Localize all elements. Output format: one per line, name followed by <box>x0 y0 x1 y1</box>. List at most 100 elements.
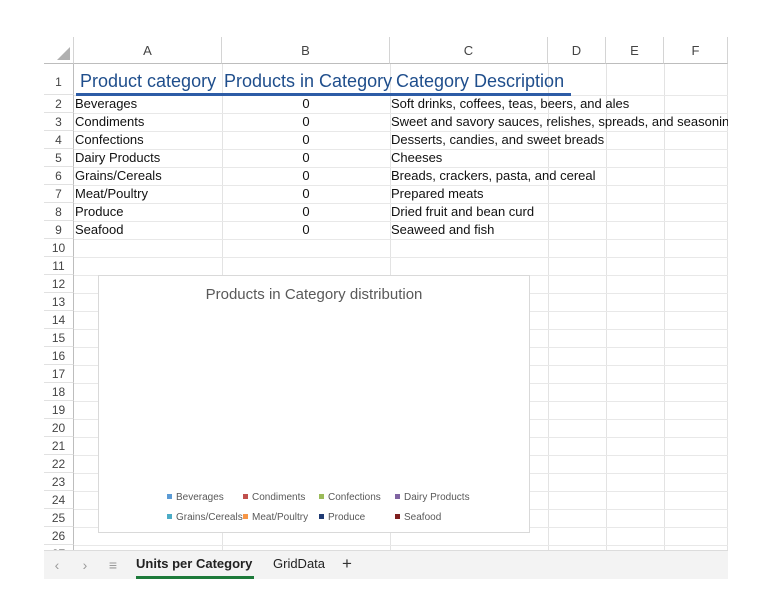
column-header-d[interactable]: D <box>548 37 606 64</box>
sheet-list-menu-icon[interactable]: ≡ <box>104 555 122 575</box>
row-header-8[interactable]: 8 <box>44 203 74 221</box>
cell-category[interactable]: Meat/Poultry <box>75 185 148 203</box>
gridline <box>664 64 665 550</box>
cell-category[interactable]: Grains/Cereals <box>75 167 162 185</box>
legend-swatch <box>395 513 400 519</box>
row-header-11[interactable]: 11 <box>44 257 74 275</box>
select-all-corner[interactable] <box>44 37 74 64</box>
row-header-2[interactable]: 2 <box>44 95 74 113</box>
add-sheet-button[interactable]: + <box>342 551 352 579</box>
cell-count[interactable]: 0 <box>222 95 390 113</box>
legend-item-beverages[interactable]: Beverages <box>167 491 224 505</box>
row-header-5[interactable]: 5 <box>44 149 74 167</box>
legend-label: Meat/Poultry <box>252 512 309 523</box>
legend-label: Seafood <box>404 512 442 523</box>
cell-description[interactable]: Dried fruit and bean curd <box>391 203 534 221</box>
legend-swatch <box>395 493 400 499</box>
row-header-21[interactable]: 21 <box>44 437 74 455</box>
cell-category[interactable]: Seafood <box>75 221 123 239</box>
tab-units-per-category[interactable]: Units per Category <box>136 551 252 579</box>
row-header-24[interactable]: 24 <box>44 491 74 509</box>
legend-label: Beverages <box>176 492 224 503</box>
column-header-f[interactable]: F <box>664 37 728 64</box>
cell-count[interactable]: 0 <box>222 113 390 131</box>
legend-label: Grains/Cereals <box>176 512 243 523</box>
legend-item-seafood[interactable]: Seafood <box>395 511 441 525</box>
cell-count[interactable]: 0 <box>222 221 390 239</box>
row-header-23[interactable]: 23 <box>44 473 74 491</box>
row-header-26[interactable]: 26 <box>44 527 74 545</box>
column-header-e[interactable]: E <box>606 37 664 64</box>
chart-title[interactable]: Products in Category distribution <box>99 286 529 303</box>
cell-count[interactable]: 0 <box>222 131 390 149</box>
row-header-18[interactable]: 18 <box>44 383 74 401</box>
row-header-3[interactable]: 3 <box>44 113 74 131</box>
header-category-description[interactable]: Category Description <box>396 64 564 95</box>
header-product-category[interactable]: Product category <box>80 64 216 95</box>
legend-swatch <box>243 513 248 519</box>
row-header-6[interactable]: 6 <box>44 167 74 185</box>
cell-description[interactable]: Sweet and savory sauces, relishes, sprea… <box>391 113 728 131</box>
row-header-14[interactable]: 14 <box>44 311 74 329</box>
row-header-25[interactable]: 25 <box>44 509 74 527</box>
cell-category[interactable]: Dairy Products <box>75 149 160 167</box>
column-header-a[interactable]: A <box>74 37 222 64</box>
legend-label: Condiments <box>252 492 306 503</box>
gridline <box>606 64 607 550</box>
row-header-7[interactable]: 7 <box>44 185 74 203</box>
legend-label: Dairy Products <box>404 492 470 503</box>
legend-item-confections[interactable]: Confections <box>319 491 381 505</box>
row-header-13[interactable]: 13 <box>44 293 74 311</box>
row-header-10[interactable]: 10 <box>44 239 74 257</box>
cell-count[interactable]: 0 <box>222 167 390 185</box>
header-products-in-category[interactable]: Products in Category <box>224 64 392 95</box>
row-header-16[interactable]: 16 <box>44 347 74 365</box>
chart-object[interactable]: Products in Category distribution Bevera… <box>98 275 530 533</box>
select-all-icon <box>57 47 70 60</box>
row-header-19[interactable]: 19 <box>44 401 74 419</box>
spreadsheet-grid[interactable]: A B C D E F 1 2 3 4 5 6 7 8 9 10 11 12 1… <box>44 37 728 550</box>
cell-count[interactable]: 0 <box>222 203 390 221</box>
column-header-b[interactable]: B <box>222 37 390 64</box>
cell-description[interactable]: Prepared meats <box>391 185 484 203</box>
gridline <box>74 239 728 240</box>
column-header-c[interactable]: C <box>390 37 548 64</box>
legend-item-grains-cereals[interactable]: Grains/Cereals <box>167 511 243 525</box>
sheet-tab-bar: ‹ › ≡ Units per Category GridData + <box>44 550 728 579</box>
scroll-tabs-left-icon[interactable]: ‹ <box>48 555 66 575</box>
cell-description[interactable]: Soft drinks, coffees, teas, beers, and a… <box>391 95 629 113</box>
legend-swatch <box>319 493 324 499</box>
legend-item-produce[interactable]: Produce <box>319 511 365 525</box>
tab-griddata[interactable]: GridData <box>273 551 325 579</box>
legend-swatch <box>167 513 172 519</box>
legend-label: Produce <box>328 512 366 523</box>
cell-description[interactable]: Desserts, candies, and sweet breads <box>391 131 604 149</box>
cell-description[interactable]: Breads, crackers, pasta, and cereal <box>391 167 596 185</box>
legend-item-meat-poultry[interactable]: Meat/Poultry <box>243 511 308 525</box>
legend-swatch <box>243 493 248 499</box>
cell-category[interactable]: Condiments <box>75 113 144 131</box>
row-header-22[interactable]: 22 <box>44 455 74 473</box>
scroll-tabs-right-icon[interactable]: › <box>76 555 94 575</box>
active-tab-indicator <box>136 576 254 579</box>
legend-swatch <box>167 493 172 499</box>
row-header-17[interactable]: 17 <box>44 365 74 383</box>
cell-count[interactable]: 0 <box>222 149 390 167</box>
legend-item-condiments[interactable]: Condiments <box>243 491 305 505</box>
row-header-12[interactable]: 12 <box>44 275 74 293</box>
cell-description[interactable]: Seaweed and fish <box>391 221 494 239</box>
gridline <box>74 257 728 258</box>
row-header-1[interactable]: 1 <box>44 64 74 95</box>
row-header-15[interactable]: 15 <box>44 329 74 347</box>
cell-count[interactable]: 0 <box>222 185 390 203</box>
cell-category[interactable]: Beverages <box>75 95 137 113</box>
cell-category[interactable]: Produce <box>75 203 123 221</box>
row-header-20[interactable]: 20 <box>44 419 74 437</box>
cell-category[interactable]: Confections <box>75 131 144 149</box>
legend-item-dairy-products[interactable]: Dairy Products <box>395 491 470 505</box>
legend-label: Confections <box>328 492 381 503</box>
gridline <box>727 64 728 550</box>
row-header-4[interactable]: 4 <box>44 131 74 149</box>
row-header-9[interactable]: 9 <box>44 221 74 239</box>
cell-description[interactable]: Cheeses <box>391 149 442 167</box>
